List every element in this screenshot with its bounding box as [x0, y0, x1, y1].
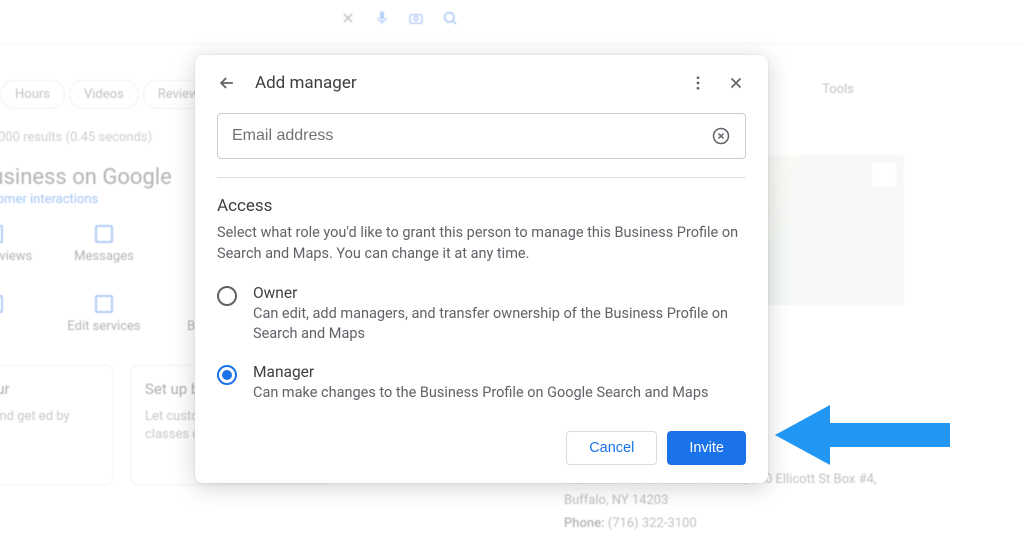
cancel-button[interactable]: Cancel	[566, 431, 657, 465]
role-description: Can edit, add managers, and transfer own…	[253, 304, 746, 345]
access-section-description: Select what role you'd like to grant thi…	[217, 222, 746, 264]
clear-search-icon	[340, 10, 356, 30]
camera-icon	[408, 10, 424, 30]
mic-icon	[374, 10, 390, 30]
annotation-arrow	[775, 395, 950, 475]
invite-button[interactable]: Invite	[667, 431, 746, 465]
role-option-owner[interactable]: Owner Can edit, add managers, and transf…	[217, 284, 746, 345]
back-arrow-icon[interactable]	[217, 73, 237, 93]
business-heading: ur business on Google	[0, 165, 172, 190]
role-title: Manager	[253, 363, 746, 381]
close-icon[interactable]	[726, 73, 746, 93]
dialog-title: Add manager	[255, 73, 670, 93]
radio-manager[interactable]	[217, 365, 237, 385]
divider	[217, 177, 746, 178]
add-manager-dialog: Add manager Access Select what role you'…	[195, 55, 768, 483]
bg-tab: Videos	[69, 80, 139, 109]
email-field-wrapper	[217, 113, 746, 159]
email-input[interactable]	[232, 127, 711, 145]
bg-tab: Hours	[0, 80, 65, 109]
role-option-manager[interactable]: Manager Can make changes to the Business…	[217, 363, 746, 403]
more-options-icon[interactable]	[688, 73, 708, 93]
role-description: Can make changes to the Business Profile…	[253, 383, 746, 403]
business-subheading: 59 customer interactions	[0, 192, 98, 207]
results-count: 000 results (0.45 seconds)	[0, 130, 152, 145]
radio-owner[interactable]	[217, 286, 237, 306]
search-icon	[442, 10, 458, 30]
tools-link: Tools	[822, 82, 854, 97]
clear-input-icon[interactable]	[711, 126, 731, 146]
access-section-title: Access	[217, 196, 746, 216]
role-title: Owner	[253, 284, 746, 302]
